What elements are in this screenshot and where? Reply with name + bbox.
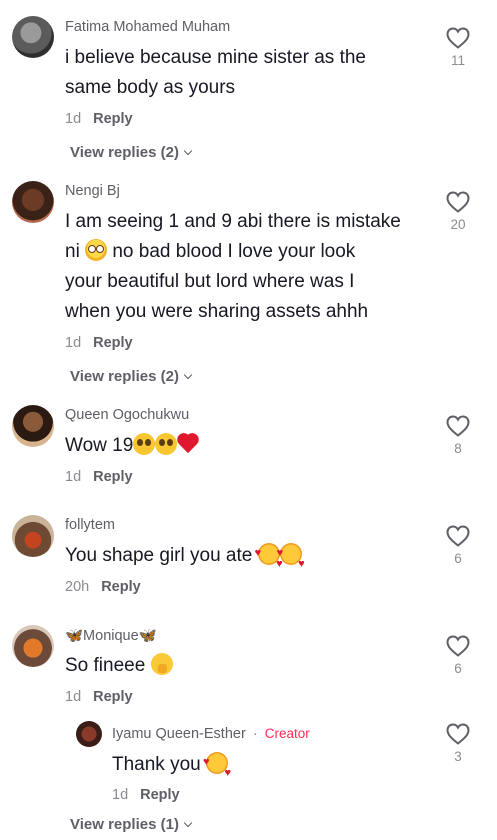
comment-meta: 20h Reply [65, 579, 141, 595]
red-heart-icon [177, 433, 201, 455]
like-button[interactable]: 11 [438, 27, 478, 68]
like-count: 11 [450, 53, 465, 68]
chevron-down-icon [183, 818, 193, 828]
comment-username[interactable]: follytem [65, 517, 115, 533]
reply-button[interactable]: Reply [93, 335, 133, 351]
badge-separator: · [252, 726, 258, 742]
heart-outline-icon [446, 635, 470, 657]
avatar[interactable] [12, 515, 54, 557]
comment-time: 1d [65, 335, 82, 351]
pleading-face-icon [155, 433, 178, 455]
avatar[interactable] [12, 625, 54, 667]
face-with-hand-over-mouth-icon [150, 653, 173, 675]
comment-text-line: ni no bad blood I love your look [65, 239, 356, 262]
reply-username[interactable]: Iyamu Queen-Esther [112, 726, 246, 742]
like-button[interactable]: 6 [438, 525, 478, 566]
comment-time: 1d [65, 689, 82, 705]
reply-button[interactable]: Reply [140, 787, 180, 803]
like-button[interactable]: 6 [438, 635, 478, 676]
reply-text: Thank you [112, 747, 231, 788]
creator-badge: Creator [264, 726, 310, 741]
chevron-down-icon [183, 370, 193, 380]
like-count: 8 [454, 441, 462, 456]
reply-button[interactable]: Reply [93, 111, 133, 127]
comment-text: I am seeing 1 and 9 abi there is mistake… [65, 207, 401, 327]
comment-text-line: i believe because mine sister as the [65, 47, 366, 68]
comment-meta: 1d Reply [65, 469, 133, 485]
smiling-face-with-hearts-icon [277, 538, 305, 579]
smiling-face-with-hearts-icon [203, 747, 231, 788]
avatar[interactable] [12, 405, 54, 447]
comment-username[interactable]: Fatima Mohamed Muham [65, 19, 230, 35]
reply-button[interactable]: Reply [93, 469, 133, 485]
comment-username[interactable]: 🦋Monique🦋 [65, 627, 157, 644]
like-button[interactable]: 20 [438, 191, 478, 232]
like-count: 20 [450, 217, 466, 232]
comment-text: i believe because mine sister as the sam… [65, 43, 366, 103]
avatar[interactable] [76, 721, 102, 747]
view-replies-button[interactable]: View replies (1) [70, 816, 193, 833]
comment-time: 1d [65, 111, 82, 127]
reply-time: 1d [112, 787, 129, 803]
chevron-down-icon [183, 146, 193, 156]
like-count: 6 [454, 661, 462, 676]
heart-outline-icon [446, 525, 470, 547]
comment-time: 20h [65, 579, 90, 595]
comment-meta: 1d Reply [65, 335, 133, 351]
reply-username-row: Iyamu Queen-Esther · Creator [112, 726, 310, 742]
reply-meta: 1d Reply [112, 787, 180, 803]
pleading-face-icon [133, 433, 156, 455]
comment-meta: 1d Reply [65, 111, 133, 127]
comment-time: 1d [65, 469, 82, 485]
view-replies-button[interactable]: View replies (2) [70, 144, 193, 161]
comment-username[interactable]: Nengi Bj [65, 183, 120, 199]
like-count: 3 [454, 749, 462, 764]
reply-button[interactable]: Reply [93, 689, 133, 705]
avatar[interactable] [12, 16, 54, 58]
heart-outline-icon [446, 191, 470, 213]
comment-meta: 1d Reply [65, 689, 133, 705]
comment-text-line: same body as yours [65, 77, 236, 98]
view-replies-button[interactable]: View replies (2) [70, 368, 193, 385]
comment-text: Wow 19 [65, 431, 201, 461]
heart-outline-icon [446, 723, 470, 745]
like-button[interactable]: 8 [438, 415, 478, 456]
like-button[interactable]: 3 [438, 723, 478, 764]
heart-outline-icon [446, 27, 470, 49]
avatar[interactable] [12, 181, 54, 223]
comment-text-line: when you were sharing assets ahhh [65, 301, 369, 322]
comment-text-line: your beautiful but lord where was I [65, 271, 355, 292]
comment-text-line: I am seeing 1 and 9 abi there is mistake [65, 211, 401, 232]
reply-button[interactable]: Reply [101, 579, 141, 595]
like-count: 6 [454, 551, 462, 566]
comment-username[interactable]: Queen Ogochukwu [65, 407, 189, 423]
flushed-face-icon [85, 239, 108, 261]
comment-text: You shape girl you ate [65, 538, 305, 579]
heart-outline-icon [446, 415, 470, 437]
comment-text: So fineee [65, 651, 173, 681]
